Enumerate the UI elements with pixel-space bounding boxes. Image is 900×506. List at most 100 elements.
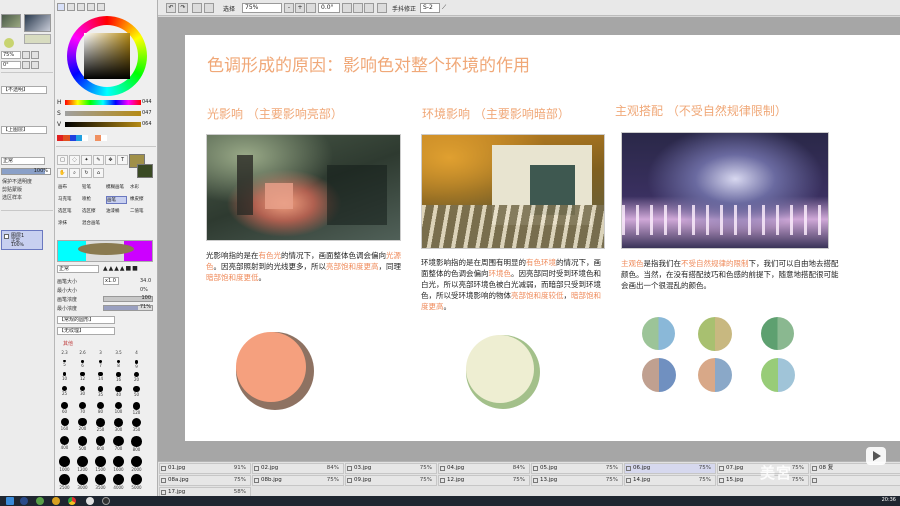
zoom-plus-button[interactable]: + bbox=[295, 3, 305, 13]
zoom-reset-button[interactable] bbox=[306, 3, 316, 13]
brush-tool-4[interactable]: 马克笔 bbox=[58, 196, 79, 202]
brush-tool-13[interactable]: 混合画笔 bbox=[82, 220, 103, 226]
file-tab[interactable]: 12.jpg 75% bbox=[438, 475, 530, 486]
navigator-thumbnail[interactable] bbox=[1, 14, 21, 28]
file-checkbox-icon[interactable] bbox=[719, 478, 724, 483]
magic-wand-tool-icon[interactable]: ✦ bbox=[81, 155, 92, 165]
text-tool-icon[interactable]: T bbox=[117, 155, 128, 165]
brush-size-preset[interactable]: 1000 bbox=[57, 456, 72, 472]
windows-start-icon[interactable] bbox=[6, 497, 14, 505]
brush-size-preset[interactable]: 350 bbox=[129, 418, 144, 432]
layer-opacity-slider[interactable]: 100% bbox=[1, 168, 51, 175]
file-checkbox-icon[interactable] bbox=[347, 478, 352, 483]
file-checkbox-icon[interactable] bbox=[812, 466, 817, 471]
flip-horizontal-button[interactable] bbox=[377, 3, 387, 13]
brush-size-preset[interactable]: 3500 bbox=[93, 474, 108, 490]
pen-pressure-icon[interactable]: ⟋ bbox=[442, 4, 446, 12]
brush-tool-8[interactable]: 选区笔 bbox=[58, 208, 79, 214]
saturation-value-square[interactable] bbox=[84, 33, 130, 79]
play-icon[interactable] bbox=[866, 447, 886, 465]
eye-icon[interactable] bbox=[4, 234, 9, 239]
brush-size-preset[interactable]: 35 bbox=[93, 386, 108, 397]
brush-size-preset[interactable]: 250 bbox=[93, 418, 108, 432]
rotate-reset-button[interactable] bbox=[364, 3, 374, 13]
brush-tool-9[interactable]: 选区擦 bbox=[82, 208, 103, 214]
brush-size-preset[interactable]: 800 bbox=[129, 436, 144, 452]
brush-size-preset[interactable]: 6 bbox=[75, 360, 90, 368]
taskbar-app-icon[interactable] bbox=[86, 497, 94, 505]
brush-size-preset[interactable]: 2500 bbox=[57, 474, 72, 490]
value-slider[interactable] bbox=[65, 122, 141, 127]
zoom-in-button[interactable] bbox=[31, 51, 39, 59]
file-checkbox-icon[interactable] bbox=[440, 466, 445, 471]
file-checkbox-icon[interactable] bbox=[347, 466, 352, 471]
file-checkbox-icon[interactable] bbox=[440, 478, 445, 483]
file-tab[interactable]: 06.jpg 75% bbox=[624, 463, 716, 474]
brush-size-preset[interactable]: 3 bbox=[93, 350, 108, 355]
select-rect-tool-icon[interactable]: □ bbox=[57, 155, 68, 165]
rotate-tool-icon[interactable]: ↻ bbox=[81, 168, 92, 178]
brush-size-preset[interactable]: 400 bbox=[57, 436, 72, 450]
rotate-cw-button[interactable] bbox=[353, 3, 363, 13]
brush-size-preset[interactable]: 200 bbox=[75, 418, 90, 431]
brush-size-preset[interactable]: 1200 bbox=[75, 456, 90, 472]
brush-size-preset[interactable]: 4000 bbox=[111, 474, 126, 490]
brush-size-preset[interactable]: 5000 bbox=[129, 474, 144, 490]
layer-blend-mode-select[interactable]: 正常 bbox=[1, 157, 45, 165]
brush-size-preset[interactable]: 160 bbox=[57, 418, 72, 431]
invert-selection-button[interactable] bbox=[204, 3, 214, 13]
navigator-preview[interactable] bbox=[24, 14, 51, 32]
brush-tool-12[interactable]: 涂抹 bbox=[58, 220, 79, 226]
brush-size-preset[interactable]: 7 bbox=[93, 360, 108, 368]
file-tab[interactable]: 03.jpg 75% bbox=[345, 463, 437, 474]
min-size-value[interactable]: 0% bbox=[140, 287, 148, 293]
rotate-left-button[interactable] bbox=[22, 61, 30, 69]
brush-size-preset[interactable]: 25 bbox=[57, 386, 72, 396]
brush-size-preset[interactable]: 4 bbox=[129, 350, 144, 355]
brush-size-preset[interactable]: 600 bbox=[93, 436, 108, 451]
brush-tool-7[interactable]: 橡皮擦 bbox=[130, 196, 151, 202]
file-tab[interactable]: 02.jpg 84% bbox=[252, 463, 344, 474]
advanced-settings-toggle[interactable]: 其他 bbox=[63, 340, 73, 347]
brush-tool-1[interactable]: 铅笔 bbox=[82, 184, 103, 190]
redo-button[interactable]: ↷ bbox=[178, 3, 188, 13]
chrome-icon[interactable] bbox=[68, 497, 76, 505]
file-checkbox-icon[interactable] bbox=[812, 478, 817, 483]
density-slider[interactable]: 100 bbox=[103, 295, 153, 302]
lasso-tool-icon[interactable]: ◌ bbox=[69, 155, 80, 165]
brush-size-preset[interactable]: 16 bbox=[111, 372, 126, 382]
brush-size-preset[interactable]: 3.5 bbox=[111, 350, 126, 355]
brush-tool-6[interactable]: 画笔 bbox=[106, 196, 127, 204]
brush-size-preset[interactable]: 12 bbox=[75, 372, 90, 381]
pen-tool-icon[interactable]: ✎ bbox=[93, 155, 104, 165]
zoom-minus-button[interactable]: - bbox=[284, 3, 294, 13]
brush-size-preset[interactable]: 300 bbox=[111, 418, 126, 432]
clipping-mask-checkbox[interactable]: 剪贴蒙版 bbox=[2, 186, 22, 193]
file-checkbox-icon[interactable] bbox=[626, 466, 631, 471]
mixer-mode-button[interactable] bbox=[97, 3, 105, 11]
brush-size-preset[interactable]: 700 bbox=[111, 436, 126, 451]
brush-size-preset[interactable]: 9 bbox=[129, 360, 144, 369]
zoom-out-button[interactable] bbox=[22, 51, 30, 59]
brush-size-preset[interactable]: 80 bbox=[93, 402, 108, 414]
file-tab[interactable]: 08 复 bbox=[810, 463, 900, 474]
brush-size-preset[interactable]: 40 bbox=[111, 386, 126, 397]
rotation-field[interactable]: 0.0° bbox=[318, 3, 340, 13]
file-tab[interactable]: 13.jpg 75% bbox=[531, 475, 623, 486]
brush-tool-3[interactable]: 水彩 bbox=[130, 184, 151, 190]
brush-size-preset[interactable]: 30 bbox=[75, 386, 90, 396]
zoom-field[interactable]: 75% bbox=[1, 51, 21, 59]
file-tab[interactable]: 05.jpg 75% bbox=[531, 463, 623, 474]
rotate-right-button[interactable] bbox=[31, 61, 39, 69]
brush-size-preset[interactable]: 14 bbox=[93, 372, 108, 381]
hand-tool-icon[interactable]: ✋ bbox=[57, 168, 68, 178]
file-checkbox-icon[interactable] bbox=[719, 466, 724, 471]
brush-size-preset[interactable]: 10 bbox=[57, 372, 72, 381]
move-tool-icon[interactable]: ✥ bbox=[105, 155, 116, 165]
brush-size-preset[interactable]: 2.3 bbox=[57, 350, 72, 355]
brush-blend-mode-select[interactable]: 正常 bbox=[57, 265, 99, 273]
color-wheel-mode-button[interactable] bbox=[57, 3, 65, 11]
file-checkbox-icon[interactable] bbox=[161, 490, 166, 495]
brush-tool-5[interactable]: 喷枪 bbox=[82, 196, 103, 202]
file-tab[interactable]: 04.jpg 84% bbox=[438, 463, 530, 474]
